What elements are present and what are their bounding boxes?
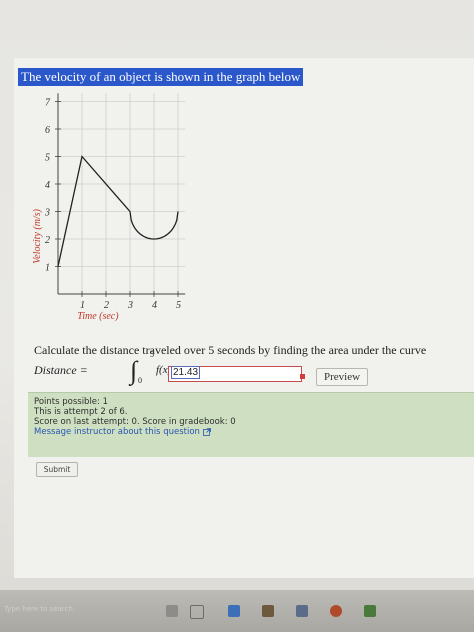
taskbar-search[interactable]: Type here to search <box>0 598 154 620</box>
y-tick-label: 2 <box>45 235 50 246</box>
integral-symbol: ∫ <box>130 356 138 385</box>
message-instructor-link[interactable]: Message instructor about this question <box>34 427 211 437</box>
distance-label: Distance = <box>34 363 88 377</box>
microphone-icon[interactable] <box>166 605 178 617</box>
external-link-icon <box>202 427 211 436</box>
x-tick-label: 2 <box>104 300 109 311</box>
file-explorer-icon[interactable] <box>262 605 274 617</box>
x-tick-label: 3 <box>127 300 133 311</box>
y-tick-label: 6 <box>45 125 50 136</box>
answer-input[interactable]: 21.43 <box>168 366 302 382</box>
attempt-text: This is attempt 2 of 6. <box>34 407 128 417</box>
task-view-icon[interactable] <box>190 605 204 619</box>
error-indicator <box>300 374 305 379</box>
preview-button[interactable]: Preview <box>316 368 368 386</box>
y-tick-label: 1 <box>45 263 50 274</box>
y-tick-label: 4 <box>45 180 50 191</box>
upper-bound: 5 <box>150 350 154 359</box>
info-panel: Points possible: 1 This is attempt 2 of … <box>28 392 474 457</box>
x-tick-label: 4 <box>152 300 157 311</box>
chrome-icon[interactable] <box>330 605 342 617</box>
lower-bound: 0 <box>138 376 142 385</box>
points-possible: Points possible: 1 <box>34 397 109 407</box>
x-tick-label: 5 <box>176 300 181 311</box>
y-tick-label: 5 <box>45 153 50 164</box>
message-instructor-label: Message instructor about this question <box>34 427 200 437</box>
y-tick-label: 7 <box>45 98 51 109</box>
score-text: Score on last attempt: 0. Score in grade… <box>34 417 236 427</box>
store-icon[interactable] <box>296 605 308 617</box>
answer-value: 21.43 <box>171 366 201 379</box>
velocity-graph: 1 2 3 4 5 1 2 3 4 5 6 7 Time (sec) Velocity (m/s) <box>32 93 186 322</box>
x-tick-label: 1 <box>80 300 85 311</box>
question-title: The velocity of an object is shown in th… <box>18 68 304 86</box>
submit-button[interactable]: Submit <box>36 462 78 477</box>
app-icon[interactable] <box>364 605 376 617</box>
taskbar: Type here to search <box>0 590 474 632</box>
y-axis-label: Velocity (m/s) <box>32 208 43 263</box>
edge-browser-icon[interactable] <box>228 605 240 617</box>
y-tick-label: 3 <box>44 208 50 219</box>
x-axis-label: Time (sec) <box>77 311 119 322</box>
